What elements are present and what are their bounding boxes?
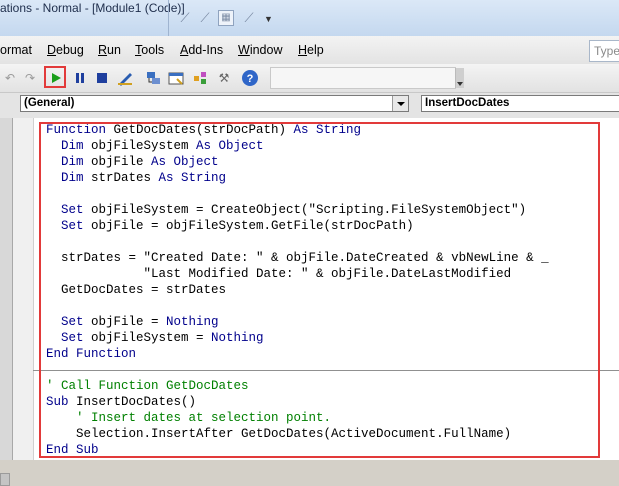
- properties-icon[interactable]: [166, 68, 186, 88]
- redo-icon[interactable]: ↷: [20, 68, 40, 88]
- toolbar-options-icon[interactable]: [455, 68, 464, 88]
- design-mode-icon[interactable]: [115, 68, 135, 88]
- title-separator: [168, 0, 169, 36]
- break-bars: [76, 73, 84, 83]
- toolbar-position-field: [270, 67, 456, 89]
- menu-debug-rest: ebug: [56, 43, 84, 57]
- project-explorer-icon[interactable]: [144, 68, 164, 88]
- reset-square: [97, 73, 107, 83]
- quick-access-dropdown-icon[interactable]: ▼: [264, 14, 273, 24]
- menu-run-rest: un: [107, 43, 121, 57]
- left-panel: [0, 118, 13, 486]
- menu-run-accel: R: [98, 43, 108, 57]
- procedure-dropdown-value: InsertDocDates: [425, 97, 510, 109]
- break-icon[interactable]: [70, 68, 90, 88]
- menu-help-rest: elp: [307, 43, 324, 57]
- object-browser-glyph: [194, 72, 206, 84]
- menu-window-accel: W: [238, 43, 250, 57]
- design-mode-glyph: [118, 73, 132, 86]
- quick-access-icon-4[interactable]: ⟋: [240, 9, 258, 27]
- window-title: ations - Normal - [Module1 (Code)]: [0, 1, 185, 15]
- menu-tools[interactable]: Tools: [135, 43, 164, 57]
- quick-access-icon-3[interactable]: ▦: [218, 10, 234, 26]
- procedure-dropdown[interactable]: InsertDocDates: [421, 95, 619, 112]
- run-button-highlight: [44, 66, 66, 88]
- reset-icon[interactable]: [92, 68, 112, 88]
- code-highlight-box: [39, 122, 600, 458]
- undo-icon[interactable]: ↶: [0, 68, 20, 88]
- menu-run[interactable]: Run: [98, 43, 121, 57]
- chevron-down-icon[interactable]: [392, 96, 408, 111]
- title-bar: ations - Normal - [Module1 (Code)] ⟋ ⟋ ▦…: [0, 0, 619, 37]
- menu-window[interactable]: Window: [238, 43, 282, 57]
- quick-access-icon-2[interactable]: ⟋: [196, 9, 214, 27]
- panel-scroll-marker[interactable]: [0, 473, 10, 486]
- object-dropdown[interactable]: (General): [20, 95, 409, 112]
- help-search-input[interactable]: Type: [589, 40, 619, 62]
- object-browser-icon[interactable]: [190, 68, 210, 88]
- quick-access-icon-1[interactable]: ⟋: [176, 9, 194, 27]
- help-glyph: ?: [242, 70, 258, 86]
- svg-text:?: ?: [247, 73, 254, 85]
- menu-addins-rest: dd-Ins: [188, 43, 224, 57]
- menu-bar: ormat Debug Run Tools Add-Ins Window Hel…: [0, 36, 619, 65]
- help-search-placeholder: Type: [594, 44, 619, 58]
- object-dropdown-value: (General): [24, 97, 75, 109]
- menu-tools-rest: ools: [141, 43, 165, 57]
- menu-debug[interactable]: Debug: [47, 43, 84, 57]
- menu-window-rest: indow: [249, 43, 283, 57]
- project-explorer-glyph: [147, 72, 160, 84]
- help-icon[interactable]: ?: [240, 68, 260, 88]
- menu-help-accel: H: [298, 43, 308, 57]
- menu-add-ins[interactable]: Add-Ins: [180, 43, 223, 57]
- toolbox-icon[interactable]: ⚒: [214, 68, 234, 88]
- margin-indicator-bar[interactable]: [13, 118, 34, 460]
- menu-format[interactable]: ormat: [0, 43, 32, 57]
- menu-debug-accel: D: [47, 43, 57, 57]
- properties-glyph: [168, 72, 184, 85]
- menu-help[interactable]: Help: [298, 43, 324, 57]
- standard-toolbar: ↶ ↷ ⚒ ?: [0, 64, 619, 93]
